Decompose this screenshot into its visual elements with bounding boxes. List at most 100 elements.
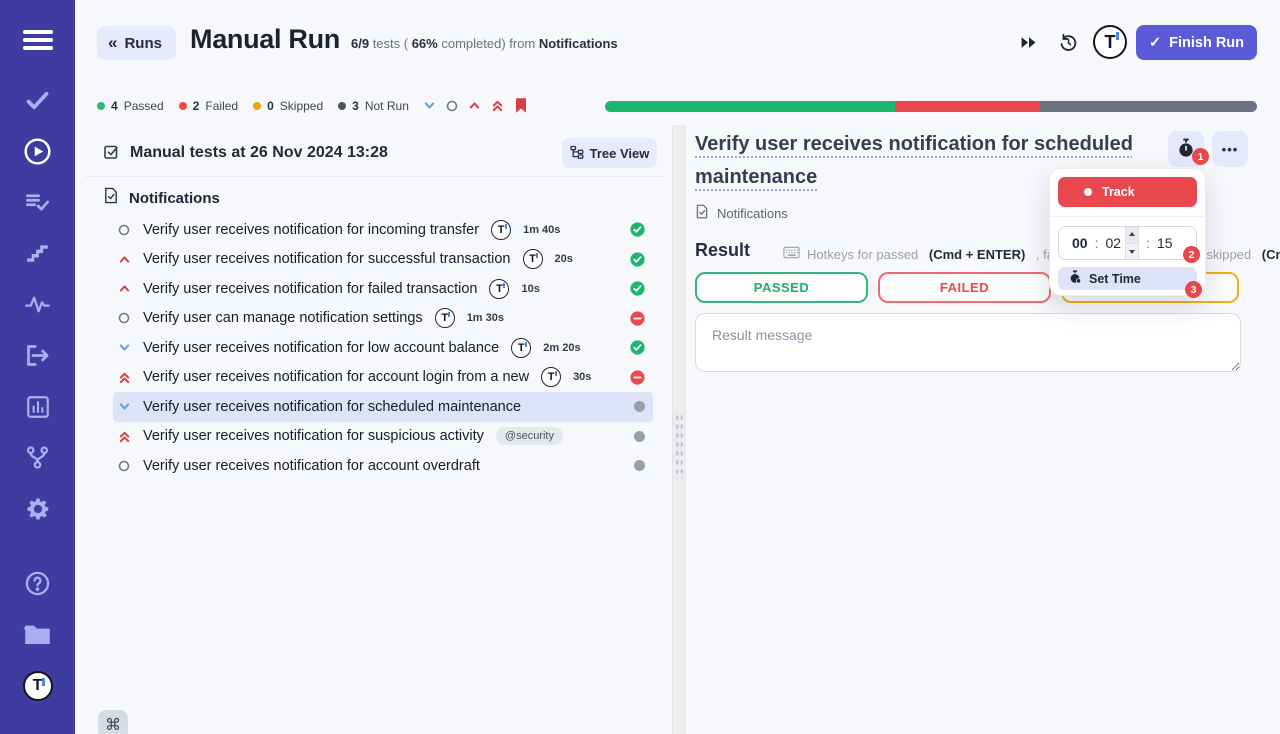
stat-label: Not Run bbox=[364, 99, 409, 113]
file-check-icon bbox=[695, 204, 709, 222]
minutes-value[interactable]: 02 bbox=[1105, 235, 1121, 251]
stat-skipped[interactable]: 0 Skipped bbox=[253, 99, 323, 113]
progress-segment-passed bbox=[605, 101, 896, 112]
restart-timer-icon[interactable] bbox=[1058, 32, 1079, 53]
priority-chevrons-up-icon bbox=[117, 370, 131, 385]
step-up-icon[interactable] bbox=[1126, 227, 1139, 244]
track-button[interactable]: Track bbox=[1058, 177, 1197, 207]
tests-icon[interactable] bbox=[0, 75, 75, 126]
logo-circle: T bbox=[1093, 25, 1127, 59]
hotkeys-text: Hotkeys for passed bbox=[807, 246, 922, 262]
chevrons-up-icon[interactable] bbox=[491, 98, 504, 113]
step-down-icon[interactable] bbox=[1126, 243, 1139, 259]
hours-value[interactable]: 00 bbox=[1072, 235, 1088, 251]
hotkey-passed: (Cmd + ENTER) bbox=[928, 246, 1026, 262]
logo-icon[interactable]: T bbox=[0, 660, 75, 711]
projects-icon[interactable] bbox=[0, 609, 75, 660]
status-dot-icon bbox=[178, 102, 187, 110]
test-title: Verify user receives notification for ac… bbox=[143, 457, 480, 474]
status-counts: 4 Passed 2 Failed 0 Skipped 3 Not Run bbox=[97, 99, 409, 113]
circle-icon[interactable] bbox=[446, 100, 458, 112]
checklist-icon bbox=[103, 143, 121, 166]
test-row[interactable]: Verify user can manage notification sett… bbox=[113, 304, 653, 334]
finish-run-button[interactable]: ✓ Finish Run bbox=[1136, 25, 1257, 60]
run-name-title: Manual tests at 26 Nov 2024 13:28 bbox=[130, 144, 388, 161]
status-passed-icon bbox=[630, 252, 645, 267]
test-row[interactable]: Verify user receives notification for ac… bbox=[113, 363, 653, 393]
bookmark-icon[interactable] bbox=[514, 97, 528, 114]
priority-circle-icon bbox=[117, 460, 131, 472]
test-title: Verify user receives notification for lo… bbox=[143, 339, 500, 356]
command-key-button[interactable]: ⌘ bbox=[98, 710, 128, 734]
menu-icon[interactable] bbox=[0, 14, 75, 65]
breadcrumb[interactable]: Notifications bbox=[695, 204, 788, 222]
test-title: Verify user receives notification for fa… bbox=[143, 280, 478, 297]
suite-folder-row[interactable]: Notifications bbox=[103, 187, 220, 209]
keyboard-icon bbox=[783, 246, 800, 262]
test-row[interactable]: Verify user receives notification for sc… bbox=[113, 392, 653, 422]
import-icon[interactable] bbox=[0, 330, 75, 381]
panel-resize-handle[interactable] bbox=[672, 125, 686, 734]
chevron-up-icon[interactable] bbox=[468, 99, 481, 112]
stat-label: Failed bbox=[205, 99, 239, 113]
reports-icon[interactable] bbox=[0, 381, 75, 432]
priority-chevron-up-icon bbox=[117, 282, 131, 295]
priority-chevron-down-icon bbox=[117, 341, 131, 354]
status-passed-icon bbox=[630, 222, 645, 237]
runs-icon[interactable] bbox=[0, 126, 75, 177]
milestones-icon[interactable] bbox=[0, 228, 75, 279]
step-badge-2: 2 bbox=[1183, 246, 1200, 263]
run-progress-bar bbox=[605, 101, 1257, 112]
time-colon: : bbox=[1094, 235, 1099, 251]
stat-failed[interactable]: 2 Failed bbox=[178, 99, 239, 113]
test-row[interactable]: Verify user receives notification for su… bbox=[113, 245, 653, 275]
failed-button[interactable]: FAILED bbox=[878, 272, 1051, 303]
fast-forward-icon[interactable] bbox=[1020, 36, 1037, 49]
test-duration: 30s bbox=[573, 371, 592, 384]
test-row[interactable]: Verify user receives notification for ac… bbox=[113, 451, 653, 481]
suite-folder-label: Notifications bbox=[129, 189, 220, 207]
analytics-icon[interactable] bbox=[0, 279, 75, 330]
plans-icon[interactable] bbox=[0, 177, 75, 228]
chevron-down-icon[interactable] bbox=[423, 99, 436, 112]
test-row[interactable]: Verify user receives notification for lo… bbox=[113, 333, 653, 363]
stat-not-run[interactable]: 3 Not Run bbox=[338, 99, 409, 113]
completed-percent: 66% bbox=[411, 36, 438, 51]
test-title: Verify user receives notification for su… bbox=[143, 251, 511, 268]
testomat-logo-icon: T bbox=[491, 219, 512, 240]
seconds-value[interactable]: 15 bbox=[1157, 235, 1173, 251]
passed-button[interactable]: PASSED bbox=[695, 272, 868, 303]
status-dot-icon bbox=[338, 102, 347, 110]
file-check-icon bbox=[103, 187, 119, 209]
step-badge-1: 1 bbox=[1192, 148, 1209, 165]
test-row[interactable]: Verify user receives notification for in… bbox=[113, 215, 653, 245]
stat-passed[interactable]: 4 Passed bbox=[97, 99, 164, 113]
tree-view-button[interactable]: Tree View bbox=[562, 138, 657, 168]
minutes-stepper[interactable] bbox=[1125, 227, 1140, 259]
progress-segment-not_run bbox=[1039, 101, 1257, 112]
time-colon2: : bbox=[1146, 235, 1150, 251]
pipelines-icon[interactable] bbox=[0, 432, 75, 483]
result-heading: Result bbox=[695, 240, 751, 260]
settings-icon[interactable] bbox=[0, 483, 75, 534]
app-root: T « Runs Manual Run 6/9 tests ( 66% comp… bbox=[0, 0, 1280, 734]
result-message-input[interactable] bbox=[695, 313, 1241, 372]
status-failed-icon bbox=[630, 311, 645, 326]
testomat-logo-icon: T bbox=[522, 249, 543, 270]
test-row[interactable]: Verify user receives notification for su… bbox=[113, 422, 653, 452]
hotkey-skipped: (Cmd + I) bbox=[1261, 246, 1280, 262]
stat-count: 3 bbox=[352, 99, 359, 113]
help-icon[interactable] bbox=[0, 558, 75, 609]
test-row[interactable]: Verify user receives notification for fa… bbox=[113, 274, 653, 304]
main-area: « Runs Manual Run 6/9 tests ( 66% comple… bbox=[75, 0, 1280, 734]
set-time-label: Set Time bbox=[1089, 271, 1141, 286]
status-not_run-icon bbox=[634, 401, 645, 413]
time-input[interactable]: 00 : 02 : 15 bbox=[1058, 226, 1197, 260]
testomat-logo-icon[interactable]: T bbox=[1093, 25, 1127, 59]
testomat-logo-icon: T bbox=[489, 278, 510, 299]
more-options-button[interactable]: ••• bbox=[1212, 131, 1248, 167]
back-to-runs-button[interactable]: « Runs bbox=[97, 26, 176, 60]
set-time-button[interactable]: Set Time bbox=[1058, 267, 1197, 290]
stat-label: Skipped bbox=[279, 99, 324, 113]
test-tag: @security bbox=[495, 427, 563, 446]
